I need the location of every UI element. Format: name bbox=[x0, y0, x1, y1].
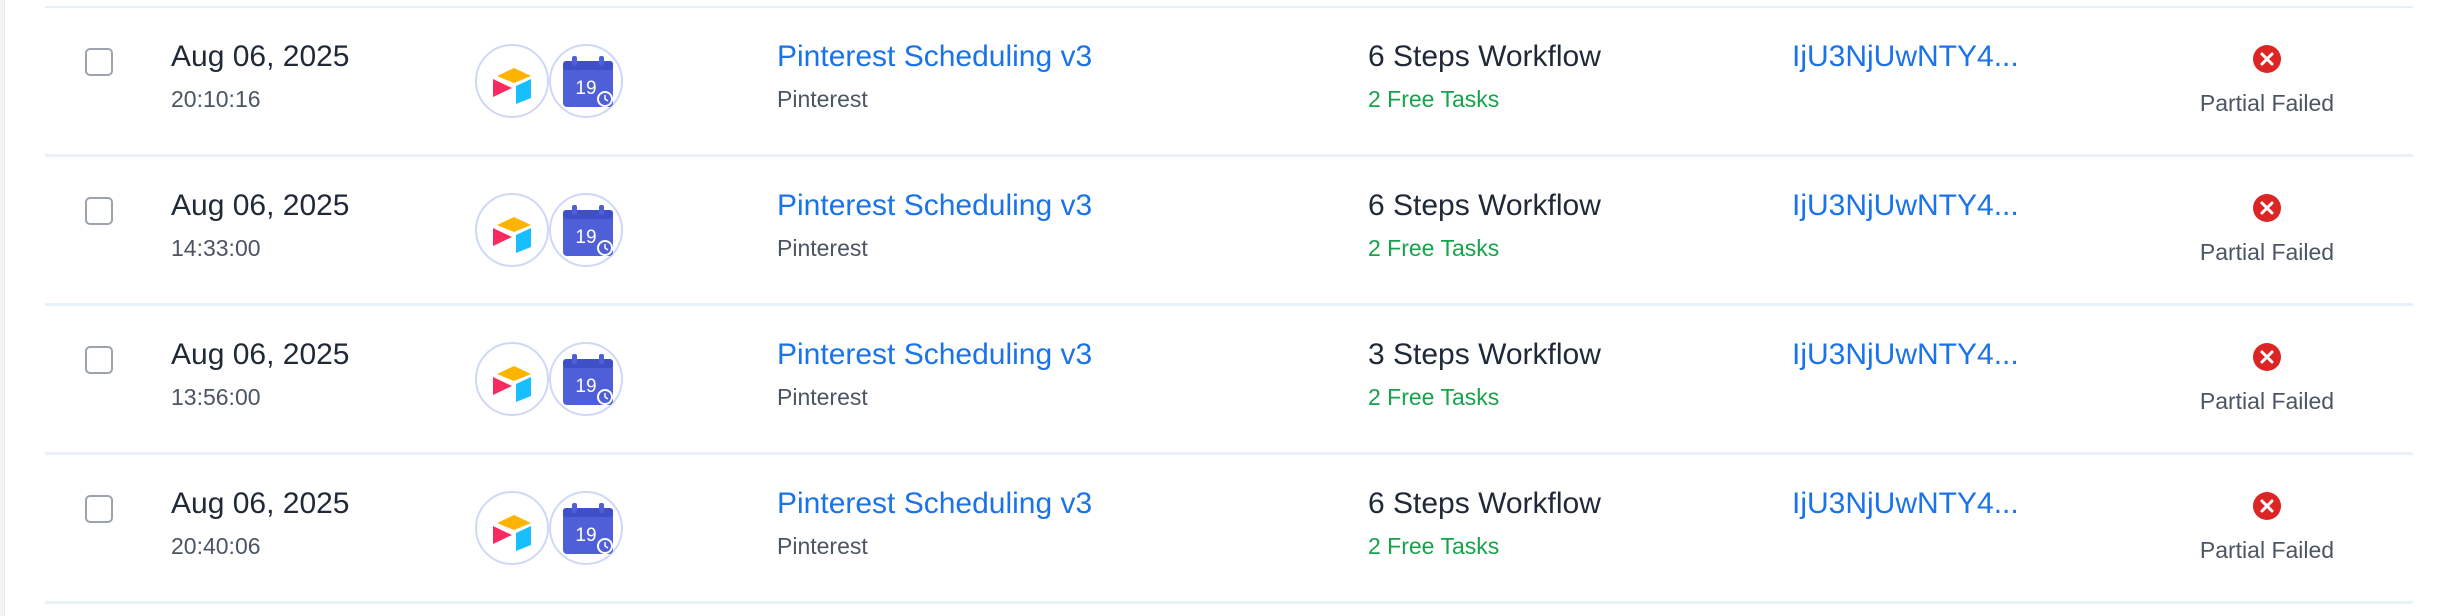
history-panel: Aug 06, 2025 20:10:16 19 Pinterest Sched… bbox=[4, 0, 2460, 616]
workflow-steps: 3 Steps Workflow bbox=[1368, 338, 1601, 371]
airtable-icon bbox=[475, 342, 549, 416]
table-row[interactable]: Aug 06, 2025 13:56:00 19 Pinterest Sched… bbox=[45, 306, 2413, 455]
app-icons: 19 bbox=[475, 342, 625, 420]
run-date: Aug 06, 2025 bbox=[171, 189, 350, 222]
error-circle-icon bbox=[2252, 193, 2282, 223]
error-circle-icon bbox=[2252, 491, 2282, 521]
status-label: Partial Failed bbox=[2199, 239, 2335, 265]
run-time: 20:10:16 bbox=[171, 86, 261, 112]
run-id-link[interactable]: IjU3NjUwNTY4... bbox=[1792, 40, 2019, 74]
run-date: Aug 06, 2025 bbox=[171, 40, 350, 73]
history-table: Aug 06, 2025 20:10:16 19 Pinterest Sched… bbox=[45, 6, 2413, 604]
calendar-day-label: 19 bbox=[575, 78, 596, 99]
table-row[interactable]: Aug 06, 2025 14:33:00 19 Pinterest Sched… bbox=[45, 157, 2413, 306]
run-time: 14:33:00 bbox=[171, 235, 261, 261]
workflow-steps: 6 Steps Workflow bbox=[1368, 487, 1601, 520]
airtable-icon bbox=[475, 491, 549, 565]
run-id-link[interactable]: IjU3NjUwNTY4... bbox=[1792, 338, 2019, 372]
run-date: Aug 06, 2025 bbox=[171, 487, 350, 520]
status-label: Partial Failed bbox=[2199, 388, 2335, 414]
flow-name-link[interactable]: Pinterest Scheduling v3 bbox=[777, 189, 1092, 223]
app-icons: 19 bbox=[475, 193, 625, 271]
row-select-checkbox[interactable] bbox=[85, 197, 113, 225]
flow-name-link[interactable]: Pinterest Scheduling v3 bbox=[777, 487, 1092, 521]
schedule-calendar-icon: 19 bbox=[549, 44, 623, 118]
schedule-calendar-icon: 19 bbox=[549, 342, 623, 416]
free-tasks-label: 2 Free Tasks bbox=[1368, 533, 1500, 559]
error-circle-icon bbox=[2252, 44, 2282, 74]
schedule-calendar-icon: 19 bbox=[549, 491, 623, 565]
run-time: 20:40:06 bbox=[171, 533, 261, 559]
free-tasks-label: 2 Free Tasks bbox=[1368, 384, 1500, 410]
app-icons: 19 bbox=[475, 491, 625, 569]
row-select-checkbox[interactable] bbox=[85, 48, 113, 76]
run-id-link[interactable]: IjU3NjUwNTY4... bbox=[1792, 487, 2019, 521]
app-icons: 19 bbox=[475, 44, 625, 122]
table-row[interactable]: Aug 06, 2025 20:10:16 19 Pinterest Sched… bbox=[45, 8, 2413, 157]
status-label: Partial Failed bbox=[2199, 537, 2335, 563]
flow-app-label: Pinterest bbox=[777, 86, 868, 112]
flow-name-link[interactable]: Pinterest Scheduling v3 bbox=[777, 338, 1092, 372]
calendar-day-label: 19 bbox=[575, 376, 596, 397]
workflow-steps: 6 Steps Workflow bbox=[1368, 40, 1601, 73]
flow-name-link[interactable]: Pinterest Scheduling v3 bbox=[777, 40, 1092, 74]
row-select-checkbox[interactable] bbox=[85, 346, 113, 374]
error-circle-icon bbox=[2252, 342, 2282, 372]
free-tasks-label: 2 Free Tasks bbox=[1368, 86, 1500, 112]
run-time: 13:56:00 bbox=[171, 384, 261, 410]
airtable-icon bbox=[475, 193, 549, 267]
row-select-checkbox[interactable] bbox=[85, 495, 113, 523]
calendar-day-label: 19 bbox=[575, 525, 596, 546]
airtable-icon bbox=[475, 44, 549, 118]
table-row[interactable]: Aug 06, 2025 20:40:06 19 Pinterest Sched… bbox=[45, 455, 2413, 604]
run-id-link[interactable]: IjU3NjUwNTY4... bbox=[1792, 189, 2019, 223]
flow-app-label: Pinterest bbox=[777, 533, 868, 559]
run-date: Aug 06, 2025 bbox=[171, 338, 350, 371]
status-label: Partial Failed bbox=[2199, 90, 2335, 116]
flow-app-label: Pinterest bbox=[777, 384, 868, 410]
workflow-steps: 6 Steps Workflow bbox=[1368, 189, 1601, 222]
free-tasks-label: 2 Free Tasks bbox=[1368, 235, 1500, 261]
flow-app-label: Pinterest bbox=[777, 235, 868, 261]
calendar-day-label: 19 bbox=[575, 227, 596, 248]
schedule-calendar-icon: 19 bbox=[549, 193, 623, 267]
